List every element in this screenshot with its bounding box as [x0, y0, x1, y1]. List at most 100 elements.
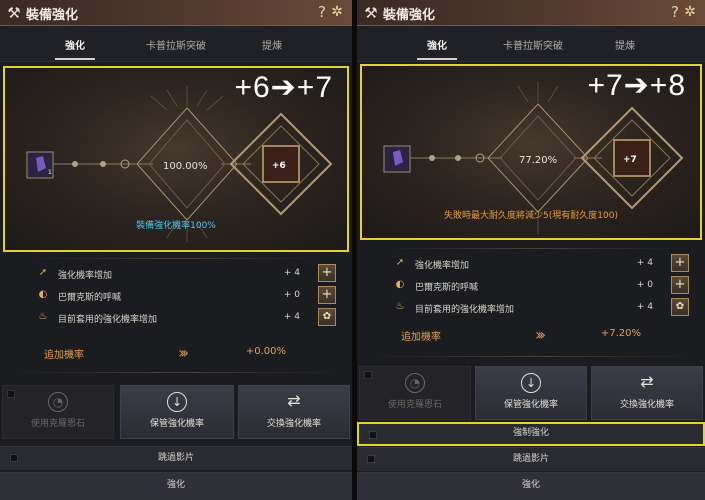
bonus-row: ➚ 強化機率增加 + 4 +	[32, 264, 336, 284]
tab-refine[interactable]: 提煉	[585, 37, 665, 52]
bonus-value: + 0	[283, 290, 300, 300]
button-label: 使用克羅恩石	[30, 419, 85, 429]
tab-bar: 強化 卡普拉斯突破 提煉	[357, 26, 705, 62]
crone-checkbox[interactable]	[7, 390, 15, 398]
item-slot-count: 1	[48, 169, 52, 176]
extra-rate-row: 追加機率 ››› +0.00%	[44, 342, 286, 364]
chevrons-icon: ›››	[535, 325, 546, 344]
separator	[30, 258, 322, 259]
applied-bonus-button[interactable]: ✿	[671, 298, 689, 316]
skip-video-bar[interactable]: 跳過影片	[357, 447, 705, 471]
tab-enhance[interactable]: 強化	[35, 37, 115, 60]
flame-icon: ♨	[38, 311, 48, 322]
bonus-label: 強化機率增加	[415, 261, 470, 271]
enhance-stage: +7➔+8 77.20% +7 失敗時最大耐久度將減少5(現有耐久度100)	[360, 64, 702, 240]
swap-arrows-icon: ⇄	[640, 372, 654, 391]
chevrons-icon: ›››	[178, 343, 189, 362]
level-badge: +7	[623, 155, 637, 165]
extra-rate-row: 追加機率 ››› +7.20%	[401, 324, 641, 346]
button-label: 交換強化機率	[266, 419, 321, 429]
question-icon[interactable]: ?	[318, 3, 326, 21]
swap-rate-button[interactable]: ⇄ 交換強化機率	[238, 385, 350, 439]
moon-orb-icon: ◐	[38, 289, 48, 300]
add-bonus-button[interactable]: +	[318, 286, 336, 304]
bonus-label: 強化機率增加	[58, 271, 113, 281]
bonus-value: + 4	[283, 312, 300, 322]
bonus-label: 目前套用的強化機率增加	[415, 305, 515, 315]
separator	[387, 248, 675, 249]
hammer-wrench-icon: ⚒	[364, 4, 378, 22]
tab-bar: 強化 卡普拉斯突破 提煉	[0, 26, 352, 62]
tab-caphras[interactable]: 卡普拉斯突破	[136, 37, 216, 52]
force-enhance-label: 強制強化	[512, 428, 549, 438]
store-rate-button[interactable]: ↓ 保管強化機率	[120, 385, 234, 439]
extra-rate-value: +7.20%	[600, 328, 641, 339]
bonus-row: ♨ 目前套用的強化機率增加 + 4 ✿	[389, 298, 689, 318]
bonus-row: ➚ 強化機率增加 + 4 +	[389, 254, 689, 274]
skip-video-label: 跳過影片	[157, 453, 194, 463]
tab-caphras[interactable]: 卡普拉斯突破	[493, 37, 573, 52]
separator	[367, 356, 695, 357]
crone-stone-icon: ◔	[405, 373, 425, 393]
enhance-stage: +6➔+7 100.00% +6 1 裝備強化機率100%	[3, 66, 349, 252]
store-rate-button[interactable]: ↓ 保管強化機率	[475, 366, 587, 420]
gear-icon[interactable]: ✲	[681, 3, 699, 21]
extra-rate-label: 追加機率	[44, 350, 84, 361]
submit-label: 強化	[166, 480, 185, 490]
hammer-wrench-icon: ⚒	[7, 4, 21, 22]
gear-icon[interactable]: ✲	[328, 3, 346, 21]
bonus-label: 巴爾克斯的呼喊	[58, 293, 122, 303]
level-badge: +6	[272, 161, 286, 171]
stage-note: 裝備強化機率100%	[136, 221, 216, 231]
bonus-rows: ➚ 強化機率增加 + 4 + ◐ 巴爾克斯的呼喊 + 0 + ♨ 目前套用的強化…	[32, 264, 336, 334]
enhance-submit-button[interactable]: 強化	[357, 472, 705, 500]
crone-stone-icon: ◔	[48, 392, 68, 412]
success-rate: 77.20%	[519, 155, 558, 166]
separator	[10, 372, 342, 373]
skip-video-bar[interactable]: 跳過影片	[0, 446, 352, 470]
use-crone-stone-button[interactable]: ◔ 使用克羅恩石	[2, 385, 114, 439]
enhance-submit-button[interactable]: 強化	[0, 472, 352, 500]
crone-checkbox[interactable]	[364, 371, 372, 379]
skip-video-checkbox[interactable]	[10, 454, 18, 462]
bonus-rows: ➚ 強化機率增加 + 4 + ◐ 巴爾克斯的呼喊 + 0 + ♨ 目前套用的強化…	[389, 254, 689, 324]
add-bonus-button[interactable]: +	[671, 254, 689, 272]
arrow-up-icon: ➚	[38, 267, 48, 278]
title-bar: ⚒ 裝備強化 ? ✲	[0, 0, 352, 26]
bonus-row: ◐ 巴爾克斯的呼喊 + 0 +	[389, 276, 689, 296]
tab-enhance[interactable]: 強化	[397, 37, 477, 60]
title-bar: ⚒ 裝備強化 ? ✲	[357, 0, 705, 26]
stage-note: 失敗時最大耐久度將減少5(現有耐久度100)	[444, 211, 618, 221]
force-enhance-bar[interactable]: 強制強化	[357, 422, 705, 446]
success-rate: 100.00%	[163, 161, 208, 172]
bonus-label: 巴爾克斯的呼喊	[415, 283, 479, 293]
enhance-window-left: ⚒ 裝備強化 ? ✲ 強化 卡普拉斯突破 提煉 +6➔+7 100.00% +6…	[0, 0, 352, 500]
skip-video-checkbox[interactable]	[367, 455, 375, 463]
down-arrow-circle-icon: ↓	[167, 392, 187, 412]
button-label: 使用克羅恩石	[387, 400, 442, 410]
window-title: 裝備強化	[383, 8, 436, 23]
moon-orb-icon: ◐	[395, 279, 405, 290]
extra-rate-value: +0.00%	[245, 346, 286, 357]
bonus-row: ◐ 巴爾克斯的呼喊 + 0 +	[32, 286, 336, 306]
add-bonus-button[interactable]: +	[318, 264, 336, 282]
enhance-window-right: ⚒ 裝備強化 ? ✲ 強化 卡普拉斯突破 提煉 +7➔+8 77.20% +7 …	[357, 0, 705, 500]
tab-refine[interactable]: 提煉	[232, 37, 312, 52]
applied-bonus-button[interactable]: ✿	[318, 308, 336, 326]
bonus-label: 目前套用的強化機率增加	[58, 315, 158, 325]
arrow-up-icon: ➚	[395, 257, 405, 268]
bonus-value: + 4	[636, 258, 653, 268]
down-arrow-circle-icon: ↓	[521, 373, 541, 393]
swap-rate-button[interactable]: ⇄ 交換強化機率	[591, 366, 703, 420]
window-title: 裝備強化	[26, 8, 79, 23]
extra-rate-label: 追加機率	[401, 332, 441, 343]
use-crone-stone-button[interactable]: ◔ 使用克羅恩石	[359, 366, 471, 420]
add-bonus-button[interactable]: +	[671, 276, 689, 294]
level-transition-label: +7➔+8	[587, 69, 686, 102]
submit-label: 強化	[521, 480, 540, 490]
question-icon[interactable]: ?	[671, 3, 679, 21]
bonus-value: + 4	[636, 302, 653, 312]
swap-arrows-icon: ⇄	[287, 391, 301, 410]
level-transition-label: +6➔+7	[234, 71, 333, 104]
force-enhance-checkbox[interactable]	[369, 431, 377, 439]
